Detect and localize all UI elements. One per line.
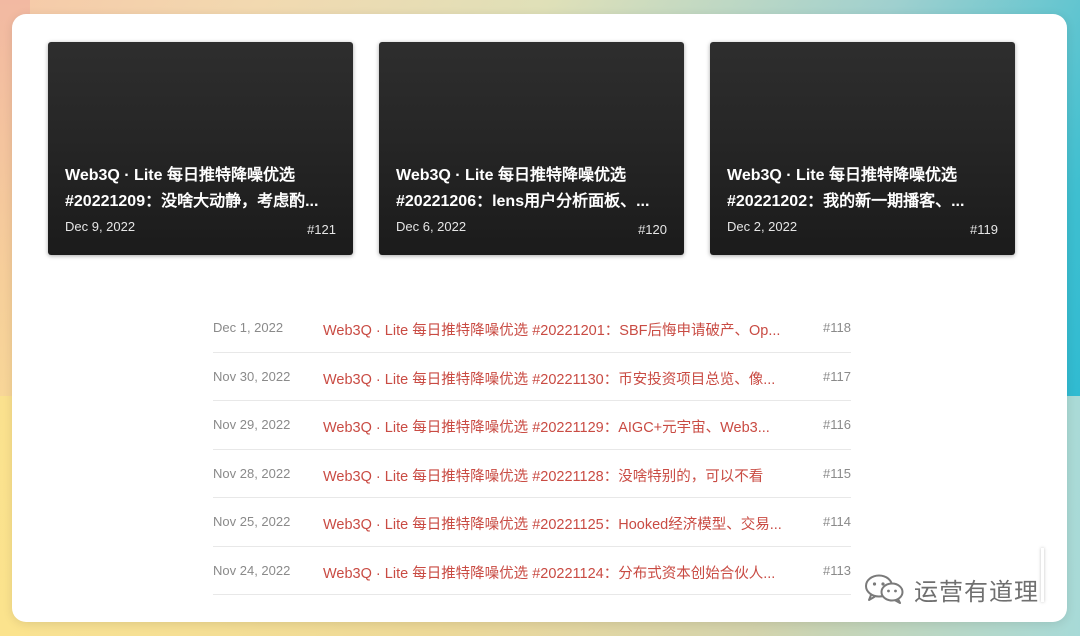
featured-post-date: Dec 9, 2022 <box>65 219 136 234</box>
list-item: Nov 29, 2022 Web3Q · Lite 每日推特降噪优选 #2022… <box>213 401 851 450</box>
featured-post-card[interactable]: Web3Q · Lite 每日推特降噪优选 #20221206：lens用户分析… <box>379 42 684 255</box>
post-date: Nov 29, 2022 <box>213 417 291 432</box>
featured-post-card[interactable]: Web3Q · Lite 每日推特降噪优选 #20221209：没啥大动静，考虑… <box>48 42 353 255</box>
featured-post-date: Dec 2, 2022 <box>727 219 798 234</box>
post-number: #116 <box>823 417 851 432</box>
wechat-icon <box>865 574 904 604</box>
post-list: Dec 1, 2022 Web3Q · Lite 每日推特降噪优选 #20221… <box>213 304 851 595</box>
post-number: #113 <box>823 562 851 578</box>
post-title-link[interactable]: Web3Q · Lite 每日推特降噪优选 #20221201：SBF后悔申请破… <box>323 319 803 340</box>
featured-post-number: #121 <box>307 222 336 237</box>
post-number: #118 <box>823 320 851 335</box>
featured-post-title[interactable]: Web3Q · Lite 每日推特降噪优选 #20221202：我的新一期播客、… <box>727 163 1005 215</box>
watermark: 运营有道理 <box>864 572 1039 606</box>
list-item: Nov 24, 2022 Web3Q · Lite 每日推特降噪优选 #2022… <box>213 547 851 595</box>
post-number: #117 <box>823 368 851 384</box>
scrollbar-thumb[interactable] <box>1041 548 1044 602</box>
post-number: #115 <box>823 465 851 481</box>
post-date: Nov 25, 2022 <box>213 514 291 529</box>
post-date: Nov 24, 2022 <box>213 562 291 578</box>
post-number: #114 <box>823 514 851 529</box>
post-date: Nov 30, 2022 <box>213 368 291 384</box>
featured-post-card[interactable]: Web3Q · Lite 每日推特降噪优选 #20221202：我的新一期播客、… <box>710 42 1015 255</box>
list-item: Nov 25, 2022 Web3Q · Lite 每日推特降噪优选 #2022… <box>213 498 851 547</box>
featured-post-date: Dec 6, 2022 <box>396 219 467 234</box>
featured-post-title[interactable]: Web3Q · Lite 每日推特降噪优选 #20221209：没啥大动静，考虑… <box>65 163 343 215</box>
post-date: Dec 1, 2022 <box>213 320 284 335</box>
post-date: Nov 28, 2022 <box>213 465 291 481</box>
post-title-link[interactable]: Web3Q · Lite 每日推特降噪优选 #20221130：币安投资项目总览… <box>323 368 803 389</box>
post-title-link[interactable]: Web3Q · Lite 每日推特降噪优选 #20221125：Hooked经济… <box>323 513 803 534</box>
watermark-text: 运营有道理 <box>914 577 1039 606</box>
list-item: Nov 28, 2022 Web3Q · Lite 每日推特降噪优选 #2022… <box>213 450 851 498</box>
content-panel: Web3Q · Lite 每日推特降噪优选 #20221209：没啥大动静，考虑… <box>12 14 1067 622</box>
post-title-link[interactable]: Web3Q · Lite 每日推特降噪优选 #20221129：AIGC+元宇宙… <box>323 416 803 437</box>
featured-post-number: #119 <box>970 222 998 237</box>
post-title-link[interactable]: Web3Q · Lite 每日推特降噪优选 #20221128：没啥特别的，可以… <box>323 465 803 486</box>
featured-post-number: #120 <box>638 222 667 237</box>
post-title-link[interactable]: Web3Q · Lite 每日推特降噪优选 #20221124：分布式资本创始合… <box>323 562 803 583</box>
list-item: Dec 1, 2022 Web3Q · Lite 每日推特降噪优选 #20221… <box>213 304 851 353</box>
list-item: Nov 30, 2022 Web3Q · Lite 每日推特降噪优选 #2022… <box>213 353 851 401</box>
featured-post-title[interactable]: Web3Q · Lite 每日推特降噪优选 #20221206：lens用户分析… <box>396 163 674 215</box>
